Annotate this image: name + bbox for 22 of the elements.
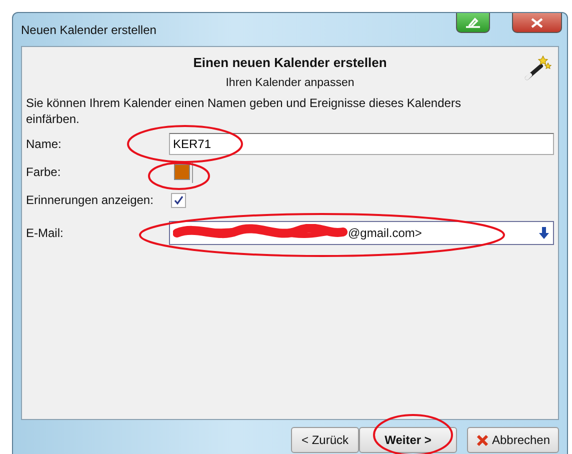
name-field[interactable]: KER71 xyxy=(169,133,554,155)
wizard-subtitle: Ihren Kalender anpassen xyxy=(226,77,354,89)
cancel-button[interactable]: Abbrechen xyxy=(467,427,559,453)
close-icon xyxy=(531,18,543,28)
wizard-title: Einen neuen Kalender erstellen xyxy=(193,55,387,70)
magic-wand-icon xyxy=(524,53,552,81)
dropdown-arrow-icon xyxy=(539,227,549,239)
window-title: Neuen Kalender erstellen xyxy=(21,23,156,37)
back-button[interactable]: < Zurück xyxy=(291,427,359,453)
field-label: Farbe: xyxy=(26,165,62,179)
field-label: Erinnerungen anzeigen: xyxy=(26,193,154,207)
minimize-icon xyxy=(465,16,481,28)
email-value: @gmail.com> xyxy=(348,226,423,240)
minimize-button[interactable] xyxy=(456,13,490,33)
next-button[interactable]: Weiter > xyxy=(359,427,457,453)
field-label: E-Mail: xyxy=(26,226,64,240)
close-button[interactable] xyxy=(512,13,562,33)
description-text: Sie können Ihrem Kalender einen Namen geben und Ereignisse dieses Kalenders einfärben. xyxy=(26,95,462,127)
email-dropdown[interactable]: @gmail.com> xyxy=(169,221,554,245)
cancel-icon xyxy=(476,434,489,446)
field-label: Name: xyxy=(26,137,62,151)
reminder-checkbox[interactable] xyxy=(171,192,186,208)
